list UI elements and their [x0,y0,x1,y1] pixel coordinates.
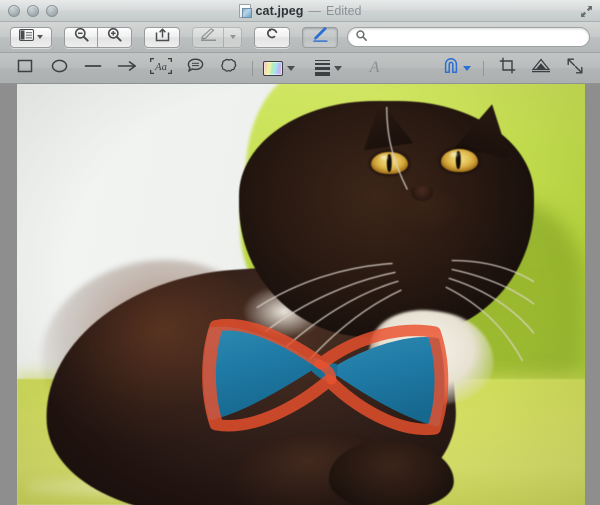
rectangle-tool[interactable] [8,56,42,80]
zoom-out-button[interactable] [64,26,98,48]
cat-subject [17,84,585,505]
color-picker-button[interactable] [259,56,299,80]
traffic-light-group [8,4,58,17]
color-swatch-icon [263,60,283,76]
rectangle-icon [17,59,33,78]
markup-button[interactable] [302,26,338,48]
line-tool[interactable] [76,56,110,80]
highlight-segmented-control [192,26,242,48]
line-weight-icon [314,60,330,76]
svg-text:A: A [368,59,379,74]
sidebar-button[interactable] [10,26,52,48]
search-input[interactable] [371,31,581,43]
adjust-color-button[interactable] [524,56,558,80]
font-a-icon: A [367,58,382,79]
cat-eye-right [440,149,478,172]
sketch-tool[interactable] [212,56,246,80]
window-title-state: Edited [326,3,362,18]
cat-bow-tie [199,311,449,437]
font-button[interactable]: A [357,56,391,80]
adjust-size-button[interactable] [558,56,592,80]
crop-button[interactable] [490,56,524,80]
chevron-down-icon [229,35,236,39]
adjust-size-icon [567,58,583,79]
share-button[interactable] [144,26,180,48]
loupe-tool[interactable] [437,56,477,80]
crop-icon [499,57,516,79]
cat-ear-left [363,100,414,151]
chevron-down-icon [333,65,342,71]
text-aa-icon: Aa [150,57,172,79]
window-title-filename: cat.jpeg [255,3,304,18]
photo-cat-jpeg[interactable] [17,84,585,505]
loupe-magnet-icon [443,57,459,79]
minimize-button[interactable] [27,4,39,17]
image-document-icon [238,3,252,18]
cat-eye-glint-left [380,154,389,160]
zoom-button[interactable] [46,4,58,17]
chevron-down-icon [37,35,43,39]
highlighter-icon [200,28,217,46]
rotate-left-button[interactable] [254,26,290,48]
zoom-segmented-control [64,26,132,48]
sidebar-icon [19,28,34,46]
search-icon [356,28,368,46]
window-title-bar: cat.jpeg — Edited [0,0,600,22]
arrow-icon [117,59,137,78]
rotate-left-icon [265,27,280,47]
markup-toolbar: Aa A [0,53,600,84]
oval-icon [51,59,68,78]
highlight-menu-button[interactable] [224,26,242,48]
arrow-tool[interactable] [110,56,144,80]
share-icon [155,27,170,47]
chevron-down-icon [287,65,295,71]
sketch-cloud-icon [221,58,237,78]
fullscreen-expand-icon[interactable] [579,4,594,19]
markup-pen-icon [312,26,329,47]
close-button[interactable] [8,4,20,17]
speech-bubble-icon [187,58,204,78]
speech-bubble-tool[interactable] [178,56,212,80]
canvas-left-margin [0,84,17,505]
svg-text:Aa: Aa [154,62,167,73]
zoom-in-button[interactable] [98,26,132,48]
cat-head [238,100,534,373]
preview-window: cat.jpeg — Edited Aa A [0,0,600,505]
toolbar-divider [483,60,484,76]
line-weight-button[interactable] [307,56,349,80]
main-toolbar [0,22,600,53]
line-icon [84,59,102,78]
oval-tool[interactable] [42,56,76,80]
toolbar-divider [252,60,253,76]
search-field[interactable] [347,27,590,47]
window-title: cat.jpeg — Edited [0,0,600,21]
canvas-right-margin [585,84,600,505]
image-canvas[interactable] [0,84,600,505]
window-title-separator: — [308,3,322,18]
text-tool[interactable]: Aa [144,56,178,80]
zoom-out-icon [74,27,89,47]
adjust-color-icon [531,58,551,78]
chevron-down-icon [463,65,471,71]
zoom-in-icon [107,27,122,47]
cat-eye-left [371,151,409,174]
highlight-button[interactable] [192,26,224,48]
